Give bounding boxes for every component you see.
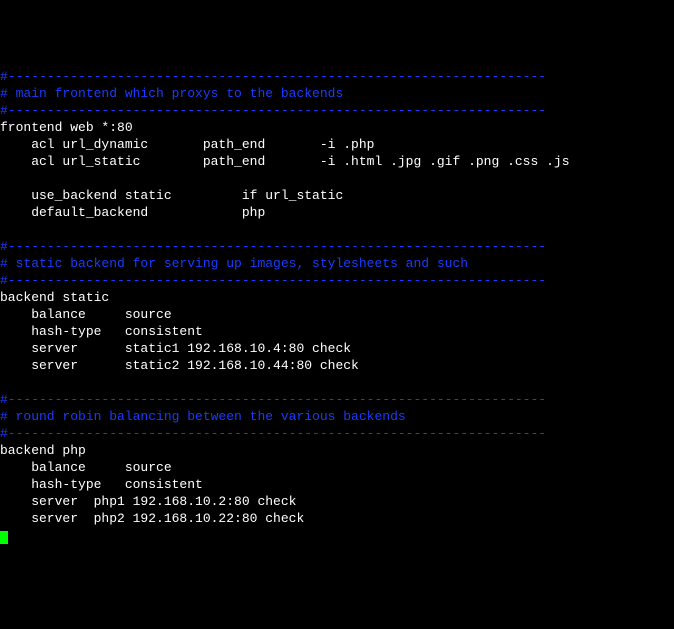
terminal-cursor (0, 531, 8, 544)
config-line: #---------------------------------------… (0, 392, 546, 407)
config-file-viewer: #---------------------------------------… (0, 68, 674, 544)
config-line: backend static (0, 290, 109, 305)
config-line: #---------------------------------------… (0, 273, 546, 288)
config-line: # static backend for serving up images, … (0, 256, 468, 271)
config-line: server static2 192.168.10.44:80 check (0, 358, 359, 373)
config-line: server php2 192.168.10.22:80 check (0, 511, 304, 526)
config-line: server static1 192.168.10.4:80 check (0, 341, 351, 356)
config-line: frontend web *:80 (0, 120, 133, 135)
config-line: backend php (0, 443, 86, 458)
config-line: hash-type consistent (0, 324, 203, 339)
config-line: hash-type consistent (0, 477, 203, 492)
config-line: balance source (0, 307, 172, 322)
config-line: #---------------------------------------… (0, 426, 546, 441)
config-line: acl url_static path_end -i .html .jpg .g… (0, 154, 570, 169)
config-line: #---------------------------------------… (0, 69, 546, 84)
config-line: balance source (0, 460, 172, 475)
config-line: default_backend php (0, 205, 265, 220)
config-line: #---------------------------------------… (0, 239, 546, 254)
config-line: # main frontend which proxys to the back… (0, 86, 343, 101)
config-line: # round robin balancing between the vari… (0, 409, 406, 424)
config-line: acl url_dynamic path_end -i .php (0, 137, 374, 152)
config-line: use_backend static if url_static (0, 188, 343, 203)
config-line: #---------------------------------------… (0, 103, 546, 118)
config-line: server php1 192.168.10.2:80 check (0, 494, 296, 509)
